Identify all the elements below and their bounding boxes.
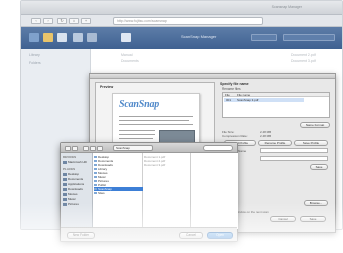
cancel-button[interactable]: Cancel <box>270 216 296 222</box>
settings-icon[interactable] <box>121 33 131 42</box>
name-format-button[interactable]: Name Format <box>300 122 330 128</box>
url-field[interactable]: http://www.fujitsu.com/scansnap <box>113 17 263 25</box>
file-column-2: Document 1.pdf Document 2.pdf Document 3… <box>143 153 191 229</box>
applications-icon <box>63 182 67 186</box>
sidebar-heading: PLACES <box>63 167 76 171</box>
view-toggle[interactable] <box>251 34 277 41</box>
downloads-icon <box>63 187 67 191</box>
scansnap-logo: ScanSnap <box>119 99 160 110</box>
save-button[interactable]: Save <box>310 164 328 170</box>
document-icon[interactable] <box>57 33 67 42</box>
add-bookmark-button[interactable]: + <box>81 18 91 24</box>
preview-label: Preview <box>100 85 114 89</box>
file-column-3 <box>191 153 238 229</box>
column-header[interactable]: File <box>225 93 230 97</box>
movies-icon <box>63 192 67 196</box>
forward-icon[interactable] <box>72 146 78 151</box>
mail-icon[interactable] <box>87 33 97 42</box>
home-button[interactable]: ⌂ <box>69 18 79 24</box>
cell-file: 001 <box>226 98 232 102</box>
list-item[interactable]: Document 2.pdf <box>291 53 316 57</box>
forward-button[interactable]: › <box>43 18 53 24</box>
sidebar-item-folders[interactable]: Folders <box>29 61 41 65</box>
sidebar-item-music[interactable]: Music <box>63 197 76 201</box>
save-profile-button[interactable]: Save Profile <box>294 140 328 146</box>
column-header[interactable]: File name <box>237 93 250 97</box>
scan-icon[interactable] <box>29 33 39 42</box>
browser-titlebar: Scansnap Manager <box>21 1 342 15</box>
sidebar-item-movies[interactable]: Movies <box>63 192 78 196</box>
disk-icon <box>63 160 67 164</box>
destination-field[interactable] <box>260 156 328 161</box>
pictures-icon <box>63 202 67 206</box>
sidebar-heading: DEVICES <box>63 155 77 159</box>
compression-label: Compression Rate: <box>222 134 248 138</box>
table-row[interactable]: 001 ScanSnap 3.pdf <box>224 98 304 102</box>
sidebar-item-downloads[interactable]: Downloads <box>63 187 83 191</box>
dialog-titlebar <box>90 74 335 79</box>
list-view-icon[interactable] <box>90 146 96 151</box>
cell-file-name: ScanSnap 3.pdf <box>237 98 259 102</box>
sidebar-item-pictures[interactable]: Pictures <box>63 202 79 206</box>
pane-title: Specify file name <box>220 82 249 86</box>
toolbar-search[interactable] <box>283 34 335 41</box>
sidebar-item-library[interactable]: Library <box>29 53 40 57</box>
back-button[interactable]: ‹ <box>31 18 41 24</box>
print-icon[interactable] <box>73 33 83 42</box>
save-panel-toolbar: ScanSnap <box>61 143 237 153</box>
file-table[interactable]: File File name 001 ScanSnap 3.pdf <box>222 92 330 118</box>
save-panel: ScanSnap DEVICES Macintosh HD PLACES Des… <box>60 142 238 242</box>
folder-icon[interactable] <box>43 33 53 42</box>
search-field[interactable] <box>203 145 233 151</box>
open-button[interactable]: Open <box>207 232 233 239</box>
new-folder-name-field[interactable] <box>260 148 328 153</box>
cancel-button[interactable]: Cancel <box>179 232 203 239</box>
folder-icon <box>94 191 97 195</box>
sidebar-item-documents[interactable]: Documents <box>63 177 83 181</box>
browse-button[interactable]: Browse... <box>304 200 328 206</box>
music-icon <box>63 197 67 201</box>
compression-value: 2.48 MB <box>260 134 272 138</box>
reload-button[interactable]: ↻ <box>57 18 67 24</box>
toolbar-title: ScanSnap Manager <box>181 34 217 39</box>
desktop-icon <box>63 172 67 176</box>
list-item[interactable]: Documents <box>121 59 139 63</box>
list-item[interactable]: Manual <box>121 53 132 57</box>
app-toolbar: ScanSnap Manager <box>21 27 342 49</box>
sidebar-item-macintosh-hd[interactable]: Macintosh HD <box>63 160 87 164</box>
file-column-1: Desktop Documents Downloads Library Movi… <box>93 153 143 229</box>
save-panel-footer: New Folder Cancel Open <box>61 227 237 241</box>
list-item[interactable]: Document 3.pdf <box>291 59 316 63</box>
sidebar-item-applications[interactable]: Applications <box>63 182 84 186</box>
address-bar: ‹ › ↻ ⌂ + http://www.fujitsu.com/scansna… <box>21 15 342 27</box>
pane-subtitle: Rename files <box>222 87 241 91</box>
rename-profile-button[interactable]: Rename Profile <box>258 140 292 146</box>
documents-icon <box>63 177 67 181</box>
save-panel-sidebar: DEVICES Macintosh HD PLACES Desktop Docu… <box>61 153 93 229</box>
location-popup[interactable]: ScanSnap <box>113 145 153 151</box>
table-header: File File name <box>223 93 329 97</box>
column-view-icon[interactable] <box>97 146 103 151</box>
icon-view-icon[interactable] <box>83 146 89 151</box>
list-item[interactable]: Sites <box>94 191 143 195</box>
list-item[interactable]: Document 3.pdf <box>144 163 191 167</box>
new-folder-button[interactable]: New Folder <box>67 232 95 239</box>
back-icon[interactable] <box>65 146 71 151</box>
sidebar-item-desktop[interactable]: Desktop <box>63 172 79 176</box>
dialog-save-button[interactable]: Save <box>300 216 326 222</box>
window-title: Scansnap Manager <box>271 5 302 9</box>
